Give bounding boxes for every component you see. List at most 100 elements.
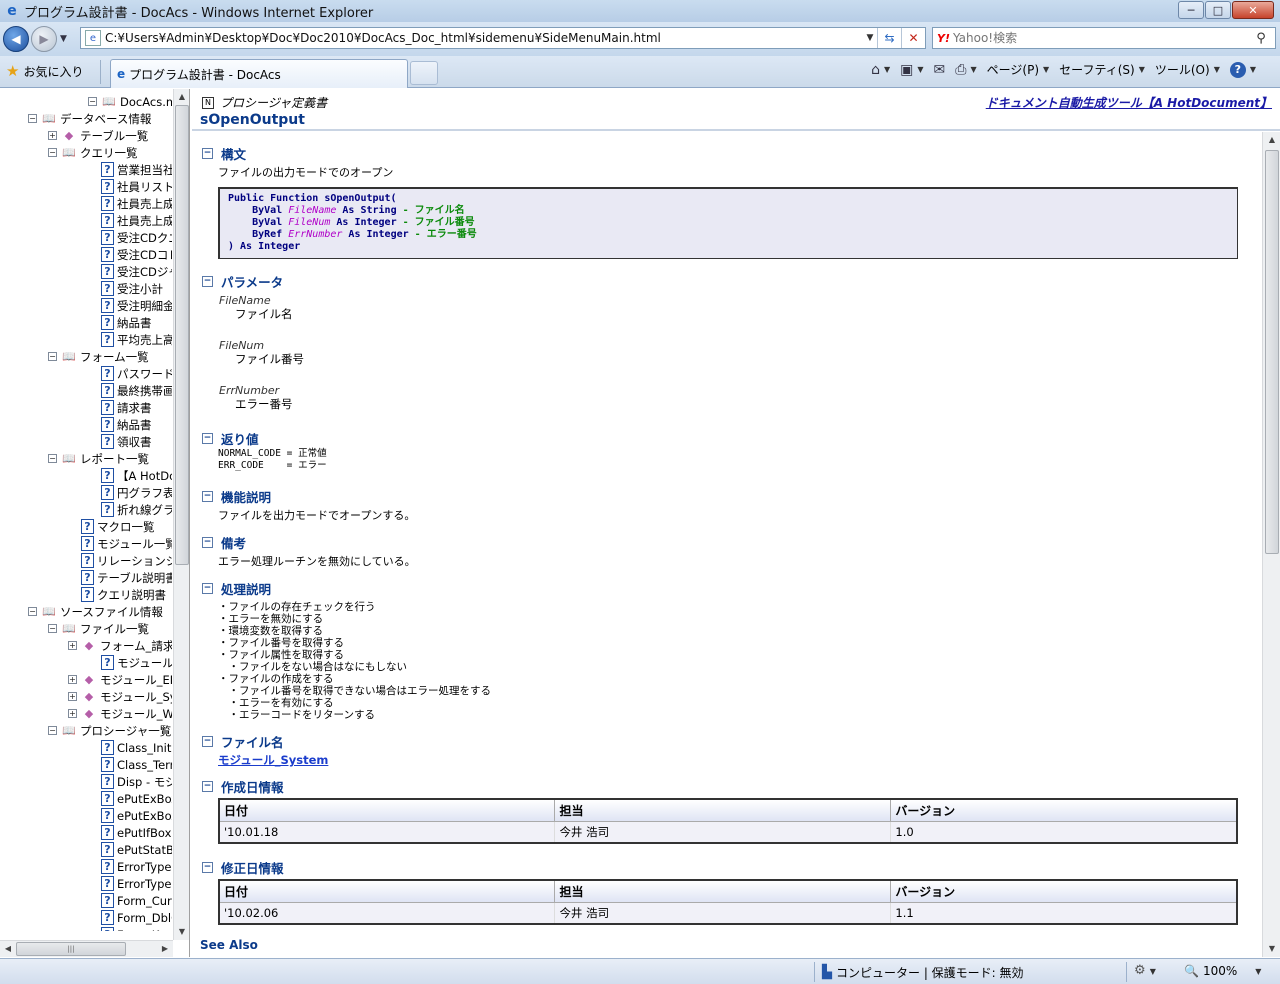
address-bar[interactable]: e C:¥Users¥Admin¥Desktop¥Doc¥Doc2010¥Doc… [80, 27, 926, 49]
doc-vertical-scrollbar[interactable]: ▲ ▼ [1262, 132, 1280, 957]
collapse-icon[interactable]: − [202, 491, 213, 502]
safety-menu[interactable]: セーフティ(S) [1059, 61, 1135, 78]
tree-item[interactable]: ? パスワード [101, 365, 172, 382]
feeds-icon[interactable]: ▣ [900, 62, 913, 78]
section-created[interactable]: − 作成日情報 [202, 777, 284, 796]
tree-item[interactable]: ?受注CDクエリー [101, 229, 172, 246]
help-dropdown-icon[interactable]: ▼ [1250, 65, 1256, 74]
favorites-button[interactable]: ★ お気に入り [6, 62, 83, 80]
scroll-right-icon[interactable]: ▶ [157, 941, 173, 957]
section-params[interactable]: − パラメータ [202, 272, 283, 291]
search-box[interactable]: Y! ⚲ [932, 27, 1276, 49]
tools-menu[interactable]: ツール(O) [1155, 61, 1210, 78]
collapse-icon[interactable]: − [202, 583, 213, 594]
tree-item[interactable]: ?リレーションシップ定義 [81, 552, 172, 569]
tree-horizontal-scrollbar[interactable]: ◀ ||| ▶ [0, 940, 173, 957]
new-tab-button[interactable] [410, 61, 438, 85]
section-process[interactable]: − 処理説明 [202, 579, 271, 598]
expand-icon[interactable]: + [68, 709, 77, 718]
tree-item[interactable]: ?Class_Initialize [101, 739, 172, 756]
tree-item[interactable]: ?営業担当社員 [101, 161, 172, 178]
security-settings-icon[interactable]: ⚙ ▼ [1134, 963, 1156, 978]
scroll-up-icon[interactable]: ▲ [1263, 132, 1280, 148]
expand-icon[interactable]: + [68, 692, 77, 701]
section-notes[interactable]: − 備考 [202, 533, 246, 552]
tree-item[interactable]: + ◆ モジュール_System [68, 688, 172, 705]
scroll-down-icon[interactable]: ▼ [1263, 941, 1280, 957]
tree-item[interactable]: ?モジュール_DocSys [101, 654, 172, 671]
tree-item[interactable]: ?【A HotDocument [101, 467, 172, 484]
tree-item[interactable]: ? モジュール一覧 [81, 535, 172, 552]
collapse-icon[interactable]: − [202, 862, 213, 873]
collapse-icon[interactable]: − [48, 726, 57, 735]
back-button[interactable]: ◀ [3, 26, 29, 52]
tree-item[interactable]: ?受注CDコレクト [101, 246, 172, 263]
tree-item[interactable]: ?ePutStatBar [101, 841, 172, 858]
tree-item[interactable]: ?社員売上成績 [101, 212, 172, 229]
close-button[interactable]: ✕ [1232, 1, 1274, 19]
tree-item[interactable]: ?Form_Current [101, 892, 172, 909]
security-zone[interactable]: ▙ コンピューター | 保護モード: 無効 [822, 964, 1024, 981]
tree-item[interactable]: − 📖 フォーム一覧 [48, 348, 149, 365]
tree-item[interactable]: ? クエリ説明書 [81, 586, 166, 603]
refresh-icon[interactable]: ⇆ [877, 28, 901, 48]
safety-dropdown-icon[interactable]: ▼ [1139, 65, 1145, 74]
home-dropdown-icon[interactable]: ▼ [884, 65, 890, 74]
tree-item[interactable]: ?社員売上成績 [101, 195, 172, 212]
collapse-icon[interactable]: − [28, 114, 37, 123]
tree-item[interactable]: − 📖 ソースファイル情報 [28, 603, 163, 620]
settings-dropdown-icon[interactable]: ▼ [1150, 967, 1156, 976]
collapse-icon[interactable]: − [48, 352, 57, 361]
tree-vertical-scrollbar[interactable]: ▲ ▼ [173, 89, 189, 940]
tree-item[interactable]: ? 平均売上高 [101, 331, 172, 348]
tree-item[interactable]: ?受注明細金額 [101, 297, 172, 314]
search-icon[interactable]: ⚲ [1247, 31, 1275, 46]
collapse-icon[interactable]: − [202, 148, 213, 159]
tree-item[interactable]: −📖 DocAcs.mdb [88, 93, 172, 110]
tree-item[interactable]: − 📖 クエリ一覧 [48, 144, 138, 161]
section-function[interactable]: − 機能説明 [202, 487, 271, 506]
page-dropdown-icon[interactable]: ▼ [1043, 65, 1049, 74]
address-url[interactable]: C:¥Users¥Admin¥Desktop¥Doc¥Doc2010¥DocAc… [105, 31, 863, 45]
tree-item[interactable]: + ◆ モジュール_EMessage [68, 671, 172, 688]
history-dropdown[interactable]: ▼ [60, 34, 67, 44]
scroll-thumb-horizontal[interactable]: ||| [16, 942, 126, 956]
tree-item[interactable]: − 📖 データベース情報 [28, 110, 151, 127]
scroll-up-icon[interactable]: ▲ [174, 89, 189, 105]
tree-item[interactable]: ? 領収書 [101, 433, 152, 450]
tab-active[interactable]: e プログラム設計書 - DocAcs [110, 59, 408, 88]
tree-item[interactable]: ?折れ線グラフ [101, 501, 172, 518]
scroll-thumb[interactable] [1265, 150, 1279, 554]
tree-item[interactable]: ? 納品書 [101, 416, 152, 433]
home-icon[interactable]: ⌂ [871, 62, 880, 78]
section-returns[interactable]: − 返り値 [202, 429, 259, 448]
collapse-icon[interactable]: − [28, 607, 37, 616]
help-icon[interactable]: ? [1229, 61, 1246, 78]
tree-item[interactable]: ?ErrorType - モ [101, 875, 172, 892]
tree-item[interactable]: + ◆ モジュール_WCE [68, 705, 172, 722]
zoom-control[interactable]: 🔍 100% ▼ [1184, 964, 1261, 978]
tree-item[interactable]: − 📖 プロシージャ一覧 [48, 722, 171, 739]
collapse-icon[interactable]: − [202, 736, 213, 747]
file-link[interactable]: モジュール_System [218, 752, 328, 768]
expand-icon[interactable]: + [68, 641, 77, 650]
tool-link[interactable]: ドキュメント自動生成ツール【A HotDocument】 [986, 94, 1272, 111]
collapse-icon[interactable]: − [202, 537, 213, 548]
maximize-button[interactable]: □ [1205, 1, 1231, 19]
tree-item[interactable]: ?受注CDジャンル [101, 263, 172, 280]
section-filename[interactable]: − ファイル名 [202, 732, 284, 751]
collapse-icon[interactable]: − [202, 433, 213, 444]
expand-icon[interactable]: + [68, 675, 77, 684]
scroll-left-icon[interactable]: ◀ [0, 941, 16, 957]
forward-button[interactable]: ▶ [31, 26, 57, 52]
tree-item[interactable]: ?ePutIfBoxOK [101, 824, 172, 841]
collapse-icon[interactable]: − [202, 276, 213, 287]
collapse-icon[interactable]: − [202, 781, 213, 792]
mail-icon[interactable]: ✉ [934, 62, 946, 78]
section-syntax[interactable]: − 構文 [202, 144, 246, 163]
tree-item[interactable]: ? テーブル説明書 [81, 569, 172, 586]
tree-item[interactable]: ? 社員リスト [101, 178, 172, 195]
tree-item[interactable]: ?円グラフ表示 [101, 484, 172, 501]
tree-item[interactable]: ? 納品書 [101, 314, 152, 331]
collapse-icon[interactable]: − [48, 454, 57, 463]
